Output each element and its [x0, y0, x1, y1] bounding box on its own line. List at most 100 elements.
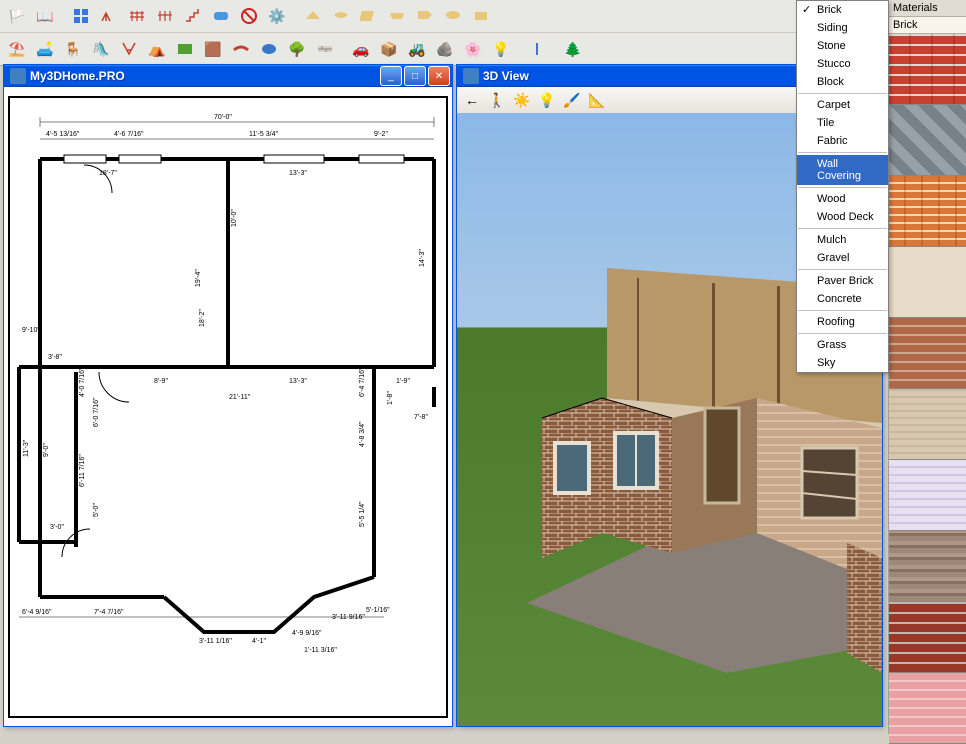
- tool-slide-icon[interactable]: 🛝: [88, 37, 114, 61]
- tool-shape6-icon[interactable]: [440, 4, 466, 28]
- menu-item-brick[interactable]: Brick: [797, 1, 888, 19]
- tool-car-icon[interactable]: 🚗: [348, 37, 374, 61]
- svg-text:3'-8": 3'-8": [48, 354, 62, 361]
- tool-book-icon[interactable]: 📖: [32, 4, 58, 28]
- menu-item-wood-deck[interactable]: Wood Deck: [797, 208, 888, 226]
- tool-shape7-icon[interactable]: [468, 4, 494, 28]
- tool-shape2-icon[interactable]: [328, 4, 354, 28]
- arrow-left-icon[interactable]: ←: [461, 90, 483, 110]
- svg-text:14'-3": 14'-3": [419, 249, 426, 267]
- dim-top-overall: 70'-0": [214, 114, 232, 121]
- plan-titlebar[interactable]: My3DHome.PRO _ □ ✕: [4, 65, 452, 87]
- tool-tractor-icon[interactable]: 🚜: [404, 37, 430, 61]
- tool-gazebo-icon[interactable]: ⛺: [144, 37, 170, 61]
- menu-item-siding[interactable]: Siding: [797, 19, 888, 37]
- material-swatch[interactable]: [889, 389, 966, 460]
- plan-content[interactable]: 70'-0" 4'-5 13/16" 4'-6 7/16" 11'-5 3/4"…: [4, 87, 452, 726]
- tool-flower-icon[interactable]: 🌸: [460, 37, 486, 61]
- tool-light-icon[interactable]: 💡: [488, 37, 514, 61]
- brush-icon[interactable]: 🖌️: [561, 90, 583, 110]
- svg-text:13'-3": 13'-3": [289, 170, 307, 177]
- tool-rock-icon[interactable]: 🪨: [432, 37, 458, 61]
- svg-text:4'-8 3/4": 4'-8 3/4": [359, 421, 366, 447]
- plan-window-title: My3DHome.PRO: [30, 69, 380, 83]
- tool-box-icon[interactable]: 📦: [376, 37, 402, 61]
- material-swatch[interactable]: [889, 247, 966, 318]
- menu-item-carpet[interactable]: Carpet: [797, 96, 888, 114]
- svg-text:4'-5 13/16": 4'-5 13/16": [46, 131, 80, 138]
- floor-plan-canvas[interactable]: 70'-0" 4'-5 13/16" 4'-6 7/16" 11'-5 3/4"…: [4, 87, 452, 726]
- tool-shape3-icon[interactable]: [356, 4, 382, 28]
- menu-item-block[interactable]: Block: [797, 73, 888, 91]
- svg-text:6'-11 7/16": 6'-11 7/16": [79, 454, 86, 487]
- menu-item-concrete[interactable]: Concrete: [797, 290, 888, 308]
- svg-text:19'-4": 19'-4": [195, 269, 202, 287]
- minimize-button[interactable]: _: [380, 66, 402, 86]
- materials-category-menu: BrickSidingStoneStuccoBlock CarpetTileFab…: [796, 0, 889, 373]
- tool-grid-icon[interactable]: [68, 4, 94, 28]
- menu-item-fabric[interactable]: Fabric: [797, 132, 888, 150]
- material-swatch[interactable]: [889, 531, 966, 602]
- menu-item-gravel[interactable]: Gravel: [797, 249, 888, 267]
- tool-lawn-icon[interactable]: [172, 37, 198, 61]
- svg-text:11'-5 3/4": 11'-5 3/4": [249, 131, 279, 138]
- menu-item-paver-brick[interactable]: Paver Brick: [797, 272, 888, 290]
- materials-category[interactable]: Brick: [889, 17, 966, 34]
- tool-path-icon[interactable]: [228, 37, 254, 61]
- tool-stairs-icon[interactable]: [180, 4, 206, 28]
- tool-fence2-icon[interactable]: [124, 4, 150, 28]
- maximize-button[interactable]: □: [404, 66, 426, 86]
- menu-item-mulch[interactable]: Mulch: [797, 231, 888, 249]
- material-swatch[interactable]: [889, 673, 966, 744]
- material-swatch[interactable]: [889, 34, 966, 105]
- svg-text:6'-4 9/16": 6'-4 9/16": [22, 609, 52, 616]
- tool-chair-icon[interactable]: 🪑: [60, 37, 86, 61]
- tool-pond-icon[interactable]: [256, 37, 282, 61]
- tool-wall-icon[interactable]: [312, 37, 338, 61]
- svg-text:1'-11 3/16": 1'-11 3/16": [304, 647, 337, 654]
- material-swatch[interactable]: [889, 460, 966, 531]
- menu-item-grass[interactable]: Grass: [797, 336, 888, 354]
- tool-tree-icon[interactable]: 🌲: [560, 37, 586, 61]
- menu-item-roofing[interactable]: Roofing: [797, 313, 888, 331]
- menu-item-sky[interactable]: Sky: [797, 354, 888, 372]
- menu-item-tile[interactable]: Tile: [797, 114, 888, 132]
- material-swatch[interactable]: [889, 105, 966, 176]
- svg-text:4'-9 9/16": 4'-9 9/16": [292, 630, 322, 637]
- measure-icon[interactable]: 📐: [586, 90, 608, 110]
- plan-window: My3DHome.PRO _ □ ✕: [3, 64, 453, 727]
- tool-shape4-icon[interactable]: [384, 4, 410, 28]
- walk-icon[interactable]: 🚶: [486, 90, 508, 110]
- tool-gear-icon[interactable]: ⚙️: [264, 4, 290, 28]
- tool-sandbox-icon[interactable]: 🟫: [200, 37, 226, 61]
- tool-bush-icon[interactable]: 🌳: [284, 37, 310, 61]
- close-button[interactable]: ✕: [428, 66, 450, 86]
- tool-shape1-icon[interactable]: [300, 4, 326, 28]
- svg-text:5'-0": 5'-0": [93, 503, 100, 517]
- tool-shape5-icon[interactable]: [412, 4, 438, 28]
- tool-post-icon[interactable]: [524, 37, 550, 61]
- tool-umbrella-icon[interactable]: ⛱️: [4, 37, 30, 61]
- svg-text:6'-4 7/16": 6'-4 7/16": [359, 367, 366, 397]
- svg-text:8'-9": 8'-9": [154, 378, 168, 385]
- bulb-icon[interactable]: 💡: [536, 90, 558, 110]
- tool-nosign-icon[interactable]: [236, 4, 262, 28]
- tool-flag-icon[interactable]: 🏳️: [4, 4, 30, 28]
- menu-item-wood[interactable]: Wood: [797, 190, 888, 208]
- svg-text:9'-0": 9'-0": [43, 443, 50, 457]
- menu-item-wall-covering[interactable]: Wall Covering: [797, 155, 888, 185]
- tool-bench-icon[interactable]: 🛋️: [32, 37, 58, 61]
- svg-text:4'-6 7/16": 4'-6 7/16": [114, 131, 144, 138]
- material-swatch[interactable]: [889, 602, 966, 673]
- svg-text:4'-0 7/16": 4'-0 7/16": [79, 367, 86, 397]
- sun-icon[interactable]: ☀️: [511, 90, 533, 110]
- menu-item-stucco[interactable]: Stucco: [797, 55, 888, 73]
- svg-text:3'-0": 3'-0": [50, 524, 64, 531]
- tool-fence3-icon[interactable]: [152, 4, 178, 28]
- material-swatch[interactable]: [889, 318, 966, 389]
- tool-swing-icon[interactable]: [116, 37, 142, 61]
- tool-pool-icon[interactable]: [208, 4, 234, 28]
- material-swatch[interactable]: [889, 176, 966, 247]
- tool-fence1-icon[interactable]: [96, 4, 122, 28]
- menu-item-stone[interactable]: Stone: [797, 37, 888, 55]
